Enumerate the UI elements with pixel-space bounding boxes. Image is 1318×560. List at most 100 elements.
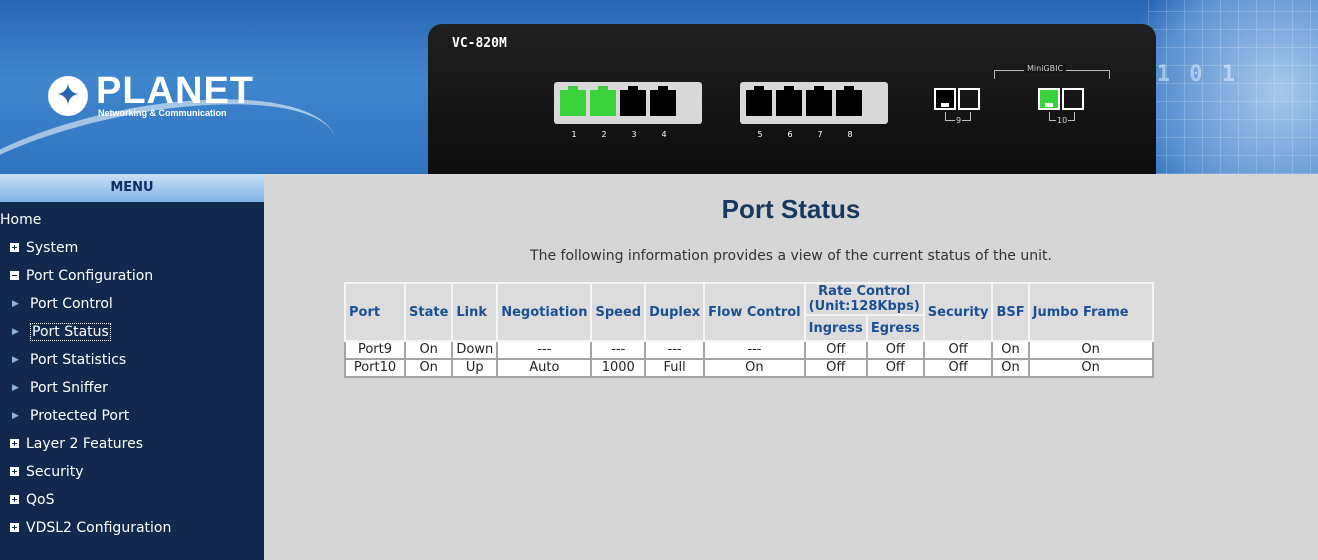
sidebar-item-label: Port Statistics	[30, 352, 127, 368]
arrow-right-icon: ▶	[12, 299, 19, 309]
cell-duplex: Full	[644, 358, 706, 378]
header-bsf: BSF	[991, 282, 1030, 342]
sidebar-item-security[interactable]: Security	[0, 458, 264, 486]
header-flow-control: Flow Control	[703, 282, 806, 342]
sfp-label: 9	[955, 116, 963, 125]
cell-jumbo-frame: On	[1027, 340, 1154, 360]
device-panel: VC-820M 1 2 3 4 5 6 7 8 MiniGBIC 9 10	[428, 24, 1156, 174]
header-port: Port	[344, 282, 406, 342]
port-label: 8	[847, 130, 853, 139]
arrow-right-icon: ▶	[12, 411, 19, 421]
port-label: 3	[631, 130, 637, 139]
header-rate-control-line1: Rate Control	[818, 284, 911, 299]
port-2-icon[interactable]	[590, 86, 616, 116]
arrow-right-icon: ▶	[12, 327, 19, 337]
arrow-right-icon: ▶	[12, 383, 19, 393]
port-9-rj45-icon[interactable]	[934, 88, 956, 110]
cell-bsf: On	[991, 358, 1030, 378]
port-label: 5	[757, 130, 763, 139]
cell-bsf: On	[991, 340, 1030, 360]
port-5-icon[interactable]	[746, 86, 772, 116]
page-description: The following information provides a vie…	[530, 248, 1052, 264]
port-label: 1	[571, 130, 577, 139]
sidebar-item-port-control[interactable]: ▶ Port Control	[0, 290, 264, 318]
expand-plus-icon[interactable]	[10, 523, 19, 532]
cell-negotiation: ---	[496, 340, 593, 360]
cell-flow-control: ---	[703, 340, 806, 360]
cell-ingress: Off	[803, 358, 868, 378]
grid-graphic	[1148, 0, 1318, 174]
port-10-sfp-icon[interactable]	[1062, 88, 1084, 110]
planet-logo-icon: ✦	[48, 76, 88, 116]
expand-plus-icon[interactable]	[10, 467, 19, 476]
page-title: Port Status	[721, 194, 861, 224]
header-speed: Speed	[590, 282, 647, 342]
collapse-minus-icon[interactable]	[10, 271, 19, 280]
expand-plus-icon[interactable]	[10, 243, 19, 252]
port-label: 4	[661, 130, 667, 139]
cell-egress: Off	[865, 340, 925, 360]
sidebar-item-label: Port Status	[30, 323, 111, 341]
port-group-1-4	[554, 82, 702, 124]
logo-name: PLANET	[96, 70, 254, 112]
menu-title: MENU	[0, 174, 264, 202]
cell-security: Off	[922, 358, 994, 378]
sidebar-menu: MENU Home System Port Configuration ▶ Po…	[0, 174, 264, 560]
cell-duplex: ---	[644, 340, 706, 360]
sidebar-item-label: Port Control	[30, 296, 113, 312]
sidebar-item-label: Port Sniffer	[30, 380, 108, 396]
expand-plus-icon[interactable]	[10, 495, 19, 504]
cell-jumbo-frame: On	[1027, 358, 1154, 378]
port-label: 2	[601, 130, 607, 139]
port-3-icon[interactable]	[620, 86, 646, 116]
port-10-rj45-icon[interactable]	[1038, 88, 1060, 110]
sidebar-item-port-sniffer[interactable]: ▶ Port Sniffer	[0, 374, 264, 402]
sidebar-item-label: Layer 2 Features	[26, 436, 144, 452]
sidebar-item-label: VDSL2 Configuration	[26, 520, 172, 536]
sidebar-item-protected-port[interactable]: ▶ Protected Port	[0, 402, 264, 430]
sidebar-item-port-configuration[interactable]: Port Configuration	[0, 262, 264, 290]
expand-plus-icon[interactable]	[10, 439, 19, 448]
cell-speed: 1000	[590, 358, 647, 378]
sidebar-item-port-status[interactable]: ▶ Port Status	[0, 318, 264, 346]
sfp-label: 10	[1056, 116, 1069, 125]
sidebar-item-label: Security	[26, 464, 84, 480]
header-link: Link	[451, 282, 499, 342]
cell-port: Port9	[344, 340, 406, 360]
port-6-icon[interactable]	[776, 86, 802, 116]
port-7-icon[interactable]	[806, 86, 832, 116]
sidebar-item-label: QoS	[26, 492, 55, 508]
port-1-icon[interactable]	[560, 86, 586, 116]
sidebar-item-label: Protected Port	[30, 408, 130, 424]
header-duplex: Duplex	[644, 282, 706, 342]
sidebar-item-port-statistics[interactable]: ▶ Port Statistics	[0, 346, 264, 374]
sidebar-item-vdsl2-configuration[interactable]: VDSL2 Configuration	[0, 514, 264, 542]
port-8-icon[interactable]	[836, 86, 862, 116]
arrow-right-icon: ▶	[12, 355, 19, 365]
port-group-5-8	[740, 82, 888, 124]
cell-link: Up	[451, 358, 499, 378]
header-ingress: Ingress	[803, 314, 868, 342]
cell-security: Off	[922, 340, 994, 360]
sidebar-item-home[interactable]: Home	[0, 206, 264, 234]
header-security: Security	[922, 282, 994, 342]
sidebar-item-label: Home	[0, 212, 42, 228]
sidebar-item-system[interactable]: System	[0, 234, 264, 262]
header-rate-control-line2: (Unit:128Kbps)	[808, 299, 920, 314]
port-4-icon[interactable]	[650, 86, 676, 116]
table-row: Port9 On Down --- --- --- --- Off Off Of…	[344, 340, 1154, 360]
sidebar-item-label: Port Configuration	[26, 268, 154, 284]
header-negotiation: Negotiation	[496, 282, 593, 342]
header-egress: Egress	[865, 314, 925, 342]
port-label: 6	[787, 130, 793, 139]
port-9-sfp-icon[interactable]	[958, 88, 980, 110]
table-row: Port10 On Up Auto 1000 Full On Off Off O…	[344, 358, 1154, 378]
cell-ingress: Off	[803, 340, 868, 360]
sidebar-item-qos[interactable]: QoS	[0, 486, 264, 514]
cell-port: Port10	[344, 358, 406, 378]
device-model: VC-820M	[452, 36, 507, 51]
header-banner: 0 1 0 1 ✦ PLANET Networking & Communicat…	[0, 0, 1318, 174]
cell-state: On	[403, 340, 454, 360]
cell-link: Down	[451, 340, 499, 360]
sidebar-item-layer2-features[interactable]: Layer 2 Features	[0, 430, 264, 458]
